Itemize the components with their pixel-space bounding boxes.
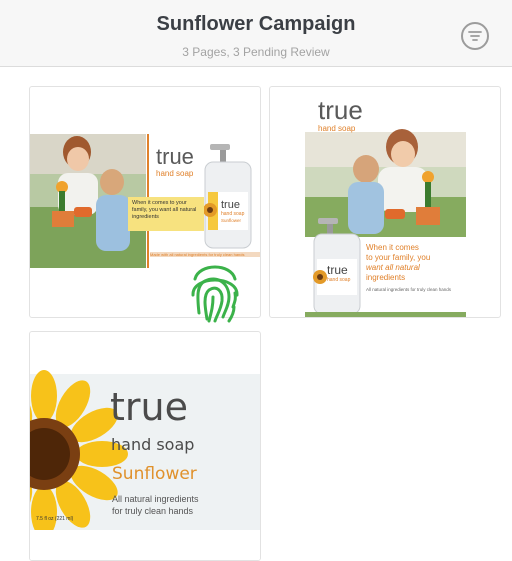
card3-size: 7.5 fl oz (221 ml) <box>36 516 74 522</box>
card2-headline-1: When it comes <box>366 243 419 252</box>
page-title: Sunflower Campaign <box>156 13 356 35</box>
card2-headline-2: to your family, you <box>366 253 431 262</box>
card3-tagline-2: for truly clean hands <box>112 506 194 516</box>
card2-bottle-brand: true <box>327 263 348 277</box>
card2-headline-4: ingredients <box>366 273 406 282</box>
card3-product: hand soap <box>111 435 195 454</box>
filter-icon <box>468 31 482 41</box>
fingerprint-icon[interactable] <box>189 255 241 327</box>
card1-bottle-variant: Sunflower <box>221 218 242 223</box>
card2-brand: true <box>318 95 363 125</box>
card1-headline: When it comes to your family, you want a… <box>132 200 197 220</box>
page-thumbnail-2[interactable]: true hand soap When it comes to your fam… <box>269 86 501 318</box>
card3-tagline-1: All natural ingredients <box>112 494 199 504</box>
card2-bottle-product: hand soap <box>327 277 351 283</box>
card2-product: hand soap <box>318 124 356 133</box>
card2-headline-3: want all natural <box>366 263 420 272</box>
card1-brand: true <box>156 144 194 169</box>
card1-bottle-product: hand soap <box>221 211 245 217</box>
page-subtitle: 3 Pages, 3 Pending Review <box>182 45 330 59</box>
header-bar: Sunflower Campaign 3 Pages, 3 Pending Re… <box>0 0 512 67</box>
card1-product: hand soap <box>156 169 194 178</box>
card3-brand: true <box>110 385 188 429</box>
page-thumbnail-3[interactable]: true hand soap Sunflower All natural ing… <box>29 331 261 561</box>
filter-button[interactable] <box>461 22 489 50</box>
card3-variant: Sunflower <box>112 464 197 484</box>
card2-footer-text: All natural ingredients for truly clean … <box>366 287 452 292</box>
card1-bottle-brand: true <box>221 199 240 211</box>
